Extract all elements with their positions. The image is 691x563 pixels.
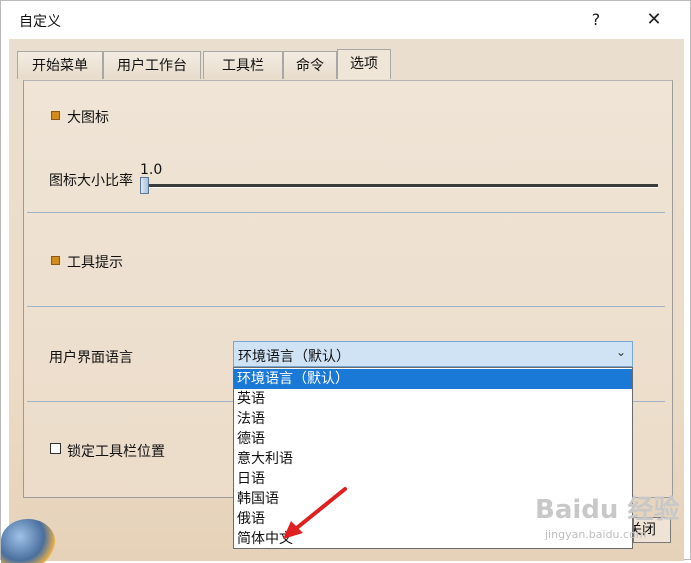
ui-language-label: 用户界面语言	[49, 350, 133, 366]
language-option[interactable]: 意大利语	[234, 449, 632, 469]
checked-box-icon[interactable]	[51, 111, 60, 120]
separator	[27, 306, 665, 307]
language-option[interactable]: 英语	[234, 389, 632, 409]
tab-commands[interactable]: 命令	[283, 51, 337, 79]
large-icons-label: 大图标	[67, 110, 109, 126]
watermark-url: jingyan.baidu.com	[545, 528, 647, 541]
ui-language-selected-value: 环境语言（默认）	[238, 349, 350, 365]
tab-toolbars[interactable]: 工具栏	[203, 51, 283, 79]
language-option[interactable]: 德语	[234, 429, 632, 449]
help-button[interactable]: ?	[583, 9, 609, 31]
close-window-button[interactable]: ✕	[641, 9, 667, 31]
annotation-arrow-icon	[283, 487, 347, 539]
chevron-down-icon[interactable]: ⌄	[616, 345, 626, 359]
separator	[27, 212, 665, 213]
icon-ratio-slider-thumb[interactable]	[140, 177, 149, 194]
lock-toolbar-label: 锁定工具栏位置	[67, 444, 165, 460]
lock-toolbar-checkbox[interactable]	[50, 443, 61, 454]
watermark: Baidu 经验	[535, 495, 680, 525]
icon-ratio-value: 1.0	[140, 162, 163, 178]
language-option[interactable]: 法语	[234, 409, 632, 429]
checked-box-icon[interactable]	[51, 256, 60, 265]
customize-dialog: 自定义 ? ✕ 开始菜单 用户工作台 工具栏 命令 选项 大图标 图标大小比率 …	[0, 0, 691, 563]
icon-ratio-label: 图标大小比率	[49, 173, 133, 189]
tab-start-menu[interactable]: 开始菜单	[17, 51, 103, 79]
app-logo-icon	[1, 519, 55, 563]
title-bar: 自定义 ? ✕	[1, 1, 690, 39]
language-option[interactable]: 环境语言（默认）	[234, 369, 632, 389]
ui-language-select[interactable]: 环境语言（默认） ⌄	[233, 341, 633, 367]
tab-user-workbench[interactable]: 用户工作台	[103, 51, 201, 79]
tab-options[interactable]: 选项	[337, 49, 391, 79]
icon-ratio-slider-track[interactable]	[141, 184, 658, 188]
dialog-title: 自定义	[19, 14, 61, 30]
tooltips-label: 工具提示	[67, 255, 123, 271]
